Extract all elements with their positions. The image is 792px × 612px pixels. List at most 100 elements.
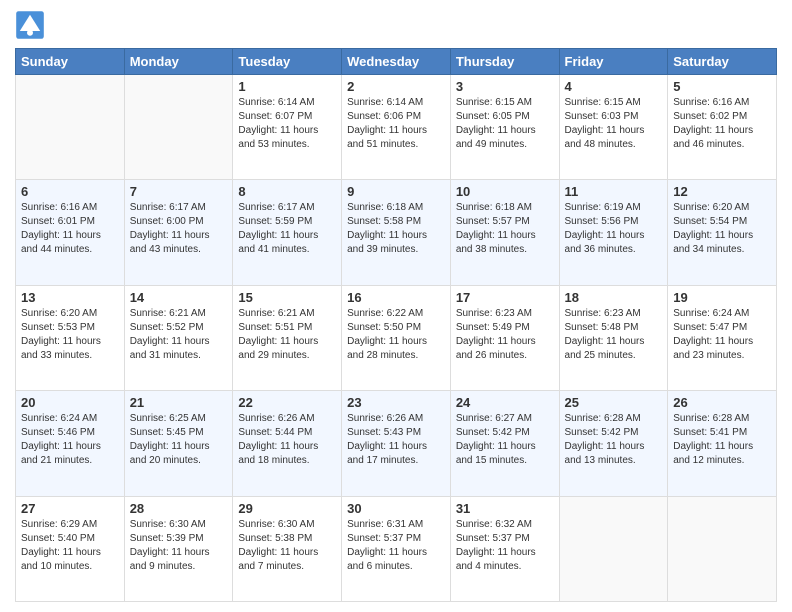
calendar-day-cell: 4 Sunrise: 6:15 AMSunset: 6:03 PMDaylight… bbox=[559, 75, 668, 180]
day-number: 11 bbox=[565, 184, 663, 199]
calendar-day-cell: 12 Sunrise: 6:20 AMSunset: 5:54 PMDayligh… bbox=[668, 180, 777, 285]
weekday-header: Monday bbox=[124, 49, 233, 75]
header bbox=[15, 10, 777, 40]
day-number: 13 bbox=[21, 290, 119, 305]
day-info: Sunrise: 6:28 AMSunset: 5:41 PMDaylight:… bbox=[673, 412, 771, 468]
calendar-day-cell: 3 Sunrise: 6:15 AMSunset: 6:05 PMDaylight… bbox=[450, 75, 559, 180]
day-info: Sunrise: 6:20 AMSunset: 5:53 PMDaylight:… bbox=[21, 307, 119, 363]
calendar-week-row: 1 Sunrise: 6:14 AMSunset: 6:07 PMDaylight… bbox=[16, 75, 777, 180]
calendar-day-cell: 25 Sunrise: 6:28 AMSunset: 5:42 PMDayligh… bbox=[559, 391, 668, 496]
day-info: Sunrise: 6:21 AMSunset: 5:52 PMDaylight:… bbox=[130, 307, 228, 363]
day-info: Sunrise: 6:16 AMSunset: 6:02 PMDaylight:… bbox=[673, 96, 771, 152]
day-info: Sunrise: 6:24 AMSunset: 5:47 PMDaylight:… bbox=[673, 307, 771, 363]
day-number: 24 bbox=[456, 395, 554, 410]
day-number: 18 bbox=[565, 290, 663, 305]
calendar-week-row: 27 Sunrise: 6:29 AMSunset: 5:40 PMDayligh… bbox=[16, 496, 777, 601]
day-info: Sunrise: 6:18 AMSunset: 5:57 PMDaylight:… bbox=[456, 201, 554, 257]
day-number: 27 bbox=[21, 501, 119, 516]
calendar-day-cell: 15 Sunrise: 6:21 AMSunset: 5:51 PMDayligh… bbox=[233, 285, 342, 390]
weekday-header: Saturday bbox=[668, 49, 777, 75]
calendar-day-cell bbox=[668, 496, 777, 601]
calendar-day-cell: 16 Sunrise: 6:22 AMSunset: 5:50 PMDayligh… bbox=[342, 285, 451, 390]
calendar-day-cell: 30Sunrise: 6:31 AMSunset: 5:37 PMDayligh… bbox=[342, 496, 451, 601]
day-info: Sunrise: 6:30 AMSunset: 5:39 PMDaylight:… bbox=[130, 518, 228, 574]
day-number: 25 bbox=[565, 395, 663, 410]
calendar-day-cell: 6Sunrise: 6:16 AMSunset: 6:01 PMDaylight… bbox=[16, 180, 125, 285]
calendar-day-cell: 1 Sunrise: 6:14 AMSunset: 6:07 PMDaylight… bbox=[233, 75, 342, 180]
day-number: 1 bbox=[238, 79, 336, 94]
day-info: Sunrise: 6:30 AMSunset: 5:38 PMDaylight:… bbox=[238, 518, 336, 574]
day-info: Sunrise: 6:23 AMSunset: 5:49 PMDaylight:… bbox=[456, 307, 554, 363]
day-info: Sunrise: 6:26 AMSunset: 5:43 PMDaylight:… bbox=[347, 412, 445, 468]
day-number: 30 bbox=[347, 501, 445, 516]
weekday-header: Friday bbox=[559, 49, 668, 75]
calendar-day-cell: 13 Sunrise: 6:20 AMSunset: 5:53 PMDayligh… bbox=[16, 285, 125, 390]
day-info: Sunrise: 6:21 AMSunset: 5:51 PMDaylight:… bbox=[238, 307, 336, 363]
calendar-day-cell: 8Sunrise: 6:17 AMSunset: 5:59 PMDaylight… bbox=[233, 180, 342, 285]
day-number: 26 bbox=[673, 395, 771, 410]
calendar-header-row: SundayMondayTuesdayWednesdayThursdayFrid… bbox=[16, 49, 777, 75]
calendar-day-cell: 11 Sunrise: 6:19 AMSunset: 5:56 PMDayligh… bbox=[559, 180, 668, 285]
calendar-week-row: 6Sunrise: 6:16 AMSunset: 6:01 PMDaylight… bbox=[16, 180, 777, 285]
day-number: 4 bbox=[565, 79, 663, 94]
calendar-day-cell: 31 Sunrise: 6:32 AMSunset: 5:37 PMDayligh… bbox=[450, 496, 559, 601]
day-number: 15 bbox=[238, 290, 336, 305]
day-number: 29 bbox=[238, 501, 336, 516]
calendar-day-cell bbox=[559, 496, 668, 601]
day-info: Sunrise: 6:24 AMSunset: 5:46 PMDaylight:… bbox=[21, 412, 119, 468]
day-info: Sunrise: 6:20 AMSunset: 5:54 PMDaylight:… bbox=[673, 201, 771, 257]
day-number: 10 bbox=[456, 184, 554, 199]
day-info: Sunrise: 6:25 AMSunset: 5:45 PMDaylight:… bbox=[130, 412, 228, 468]
calendar-day-cell: 5 Sunrise: 6:16 AMSunset: 6:02 PMDaylight… bbox=[668, 75, 777, 180]
weekday-header: Tuesday bbox=[233, 49, 342, 75]
day-number: 3 bbox=[456, 79, 554, 94]
day-info: Sunrise: 6:15 AMSunset: 6:05 PMDaylight:… bbox=[456, 96, 554, 152]
day-number: 23 bbox=[347, 395, 445, 410]
day-info: Sunrise: 6:14 AMSunset: 6:07 PMDaylight:… bbox=[238, 96, 336, 152]
calendar-day-cell: 14 Sunrise: 6:21 AMSunset: 5:52 PMDayligh… bbox=[124, 285, 233, 390]
day-number: 16 bbox=[347, 290, 445, 305]
day-info: Sunrise: 6:29 AMSunset: 5:40 PMDaylight:… bbox=[21, 518, 119, 574]
page-container: SundayMondayTuesdayWednesdayThursdayFrid… bbox=[0, 0, 792, 612]
day-number: 31 bbox=[456, 501, 554, 516]
day-number: 6 bbox=[21, 184, 119, 199]
day-info: Sunrise: 6:23 AMSunset: 5:48 PMDaylight:… bbox=[565, 307, 663, 363]
day-number: 20 bbox=[21, 395, 119, 410]
calendar-day-cell: 29 Sunrise: 6:30 AMSunset: 5:38 PMDayligh… bbox=[233, 496, 342, 601]
day-number: 28 bbox=[130, 501, 228, 516]
calendar-day-cell: 7 Sunrise: 6:17 AMSunset: 6:00 PMDaylight… bbox=[124, 180, 233, 285]
calendar-day-cell: 2Sunrise: 6:14 AMSunset: 6:06 PMDaylight… bbox=[342, 75, 451, 180]
day-number: 5 bbox=[673, 79, 771, 94]
logo bbox=[15, 10, 47, 40]
calendar-day-cell bbox=[124, 75, 233, 180]
calendar: SundayMondayTuesdayWednesdayThursdayFrid… bbox=[15, 48, 777, 602]
logo-icon bbox=[15, 10, 45, 40]
calendar-day-cell: 26 Sunrise: 6:28 AMSunset: 5:41 PMDayligh… bbox=[668, 391, 777, 496]
day-info: Sunrise: 6:22 AMSunset: 5:50 PMDaylight:… bbox=[347, 307, 445, 363]
calendar-day-cell: 18 Sunrise: 6:23 AMSunset: 5:48 PMDayligh… bbox=[559, 285, 668, 390]
day-info: Sunrise: 6:32 AMSunset: 5:37 PMDaylight:… bbox=[456, 518, 554, 574]
day-number: 19 bbox=[673, 290, 771, 305]
day-number: 17 bbox=[456, 290, 554, 305]
day-number: 21 bbox=[130, 395, 228, 410]
weekday-header: Wednesday bbox=[342, 49, 451, 75]
calendar-day-cell: 27 Sunrise: 6:29 AMSunset: 5:40 PMDayligh… bbox=[16, 496, 125, 601]
calendar-day-cell: 10 Sunrise: 6:18 AMSunset: 5:57 PMDayligh… bbox=[450, 180, 559, 285]
calendar-day-cell bbox=[16, 75, 125, 180]
day-number: 7 bbox=[130, 184, 228, 199]
calendar-day-cell: 19 Sunrise: 6:24 AMSunset: 5:47 PMDayligh… bbox=[668, 285, 777, 390]
day-info: Sunrise: 6:17 AMSunset: 5:59 PMDaylight:… bbox=[238, 201, 336, 257]
calendar-day-cell: 23 Sunrise: 6:26 AMSunset: 5:43 PMDayligh… bbox=[342, 391, 451, 496]
day-number: 9 bbox=[347, 184, 445, 199]
weekday-header: Sunday bbox=[16, 49, 125, 75]
calendar-day-cell: 28 Sunrise: 6:30 AMSunset: 5:39 PMDayligh… bbox=[124, 496, 233, 601]
day-info: Sunrise: 6:18 AMSunset: 5:58 PMDaylight:… bbox=[347, 201, 445, 257]
day-info: Sunrise: 6:19 AMSunset: 5:56 PMDaylight:… bbox=[565, 201, 663, 257]
day-info: Sunrise: 6:17 AMSunset: 6:00 PMDaylight:… bbox=[130, 201, 228, 257]
day-info: Sunrise: 6:28 AMSunset: 5:42 PMDaylight:… bbox=[565, 412, 663, 468]
day-info: Sunrise: 6:15 AMSunset: 6:03 PMDaylight:… bbox=[565, 96, 663, 152]
calendar-day-cell: 17 Sunrise: 6:23 AMSunset: 5:49 PMDayligh… bbox=[450, 285, 559, 390]
weekday-header: Thursday bbox=[450, 49, 559, 75]
day-number: 12 bbox=[673, 184, 771, 199]
day-number: 14 bbox=[130, 290, 228, 305]
